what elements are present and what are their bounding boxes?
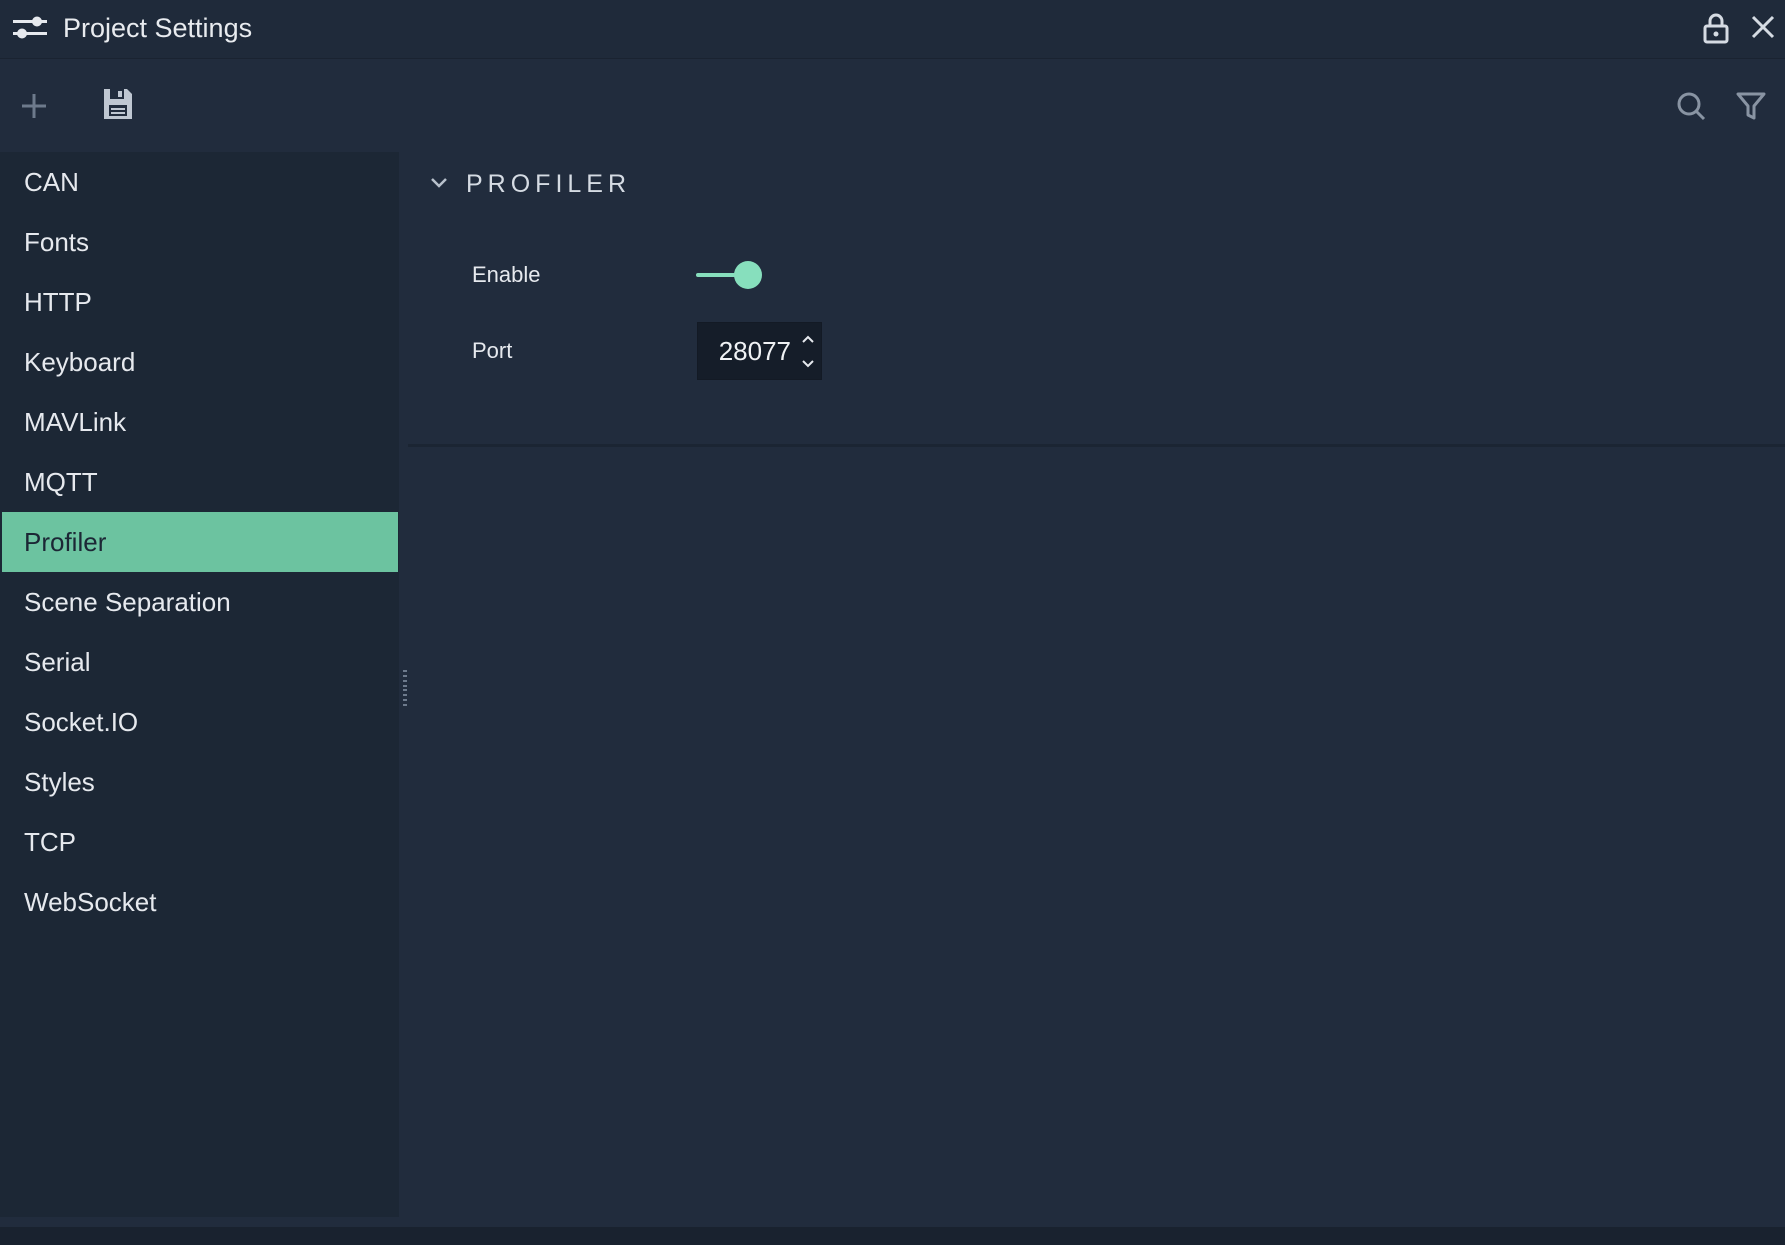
toggle-knob: [734, 261, 762, 289]
sidebar-item-profiler[interactable]: Profiler: [2, 512, 398, 572]
category-list: CAN Fonts HTTP Keyboard MAVLink MQTT Pro…: [2, 152, 398, 932]
decrement-arrow-icon[interactable]: [796, 352, 820, 376]
port-label: Port: [472, 338, 513, 363]
sidebar-item-keyboard[interactable]: Keyboard: [2, 332, 398, 392]
toolbar: [0, 60, 1785, 152]
sidebar-item-styles[interactable]: Styles: [2, 752, 398, 812]
section-title: PROFILER: [466, 170, 632, 198]
sidebar-item-scene-separation[interactable]: Scene Separation: [2, 572, 398, 632]
close-icon[interactable]: [1750, 14, 1776, 40]
settings-sliders-icon: [13, 16, 47, 39]
sidebar-item-http[interactable]: HTTP: [2, 272, 398, 332]
increment-arrow-icon[interactable]: [796, 327, 820, 351]
filter-icon[interactable]: [1734, 89, 1768, 123]
port-input[interactable]: [698, 323, 793, 379]
floppy-disk-icon[interactable]: [101, 86, 135, 122]
section-divider: [408, 444, 1785, 447]
sidebar-item-fonts[interactable]: Fonts: [2, 212, 398, 272]
settings-content-panel: PROFILER Enable Port: [408, 152, 1785, 1222]
port-spinbox: [697, 322, 822, 380]
sidebar-item-mavlink[interactable]: MAVLink: [2, 392, 398, 452]
chevron-down-icon: [431, 178, 447, 188]
sidebar-item-socketio[interactable]: Socket.IO: [2, 692, 398, 752]
enable-label: Enable: [472, 262, 541, 287]
search-icon[interactable]: [1674, 89, 1708, 123]
sidebar-item-websocket[interactable]: WebSocket: [2, 872, 398, 932]
window-title: Project Settings: [63, 13, 253, 43]
title-bar: Project Settings: [0, 0, 1785, 59]
plus-icon[interactable]: [16, 88, 52, 124]
sidebar-item-tcp[interactable]: TCP: [2, 812, 398, 872]
settings-category-sidebar: CAN Fonts HTTP Keyboard MAVLink MQTT Pro…: [0, 152, 399, 1217]
lock-icon[interactable]: [1702, 12, 1730, 44]
project-settings-window: Project Settings CAN Fonts HTTP Keyboard…: [0, 0, 1785, 1245]
sidebar-item-serial[interactable]: Serial: [2, 632, 398, 692]
sidebar-item-mqtt[interactable]: MQTT: [2, 452, 398, 512]
enable-toggle[interactable]: [696, 260, 766, 290]
sidebar-item-can[interactable]: CAN: [2, 152, 398, 212]
profiler-section-header[interactable]: PROFILER: [408, 152, 1785, 216]
bottom-bar: [0, 1227, 1785, 1245]
